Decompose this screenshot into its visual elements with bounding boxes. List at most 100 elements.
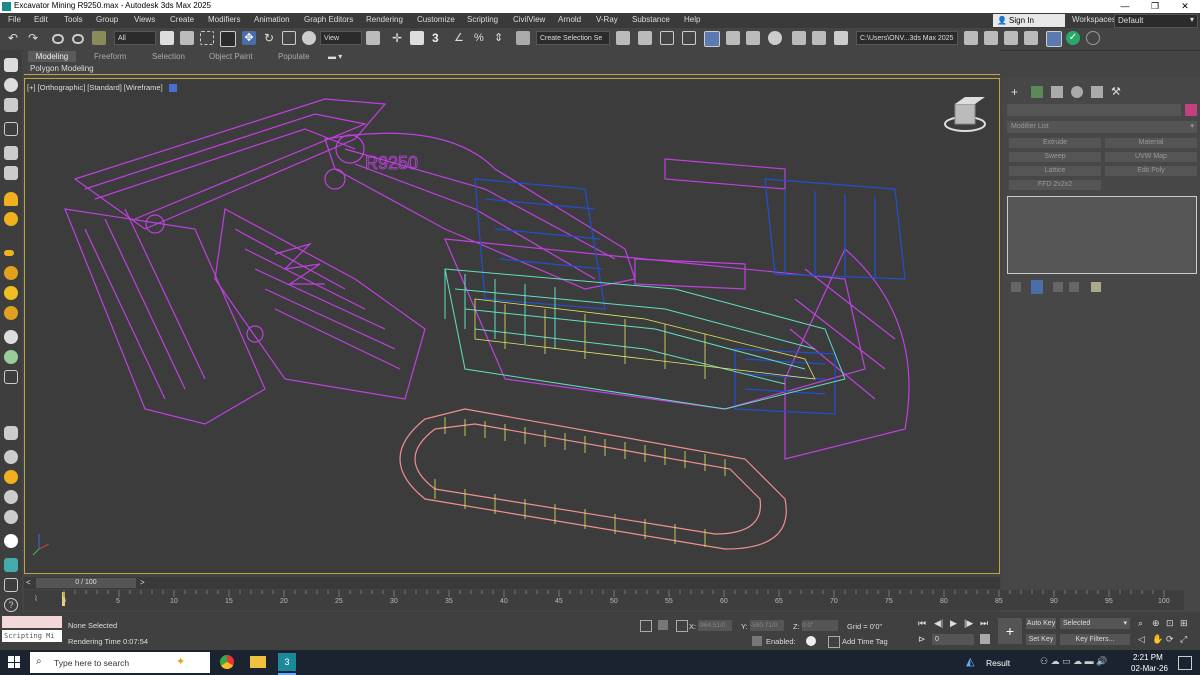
key-mode-icon[interactable]: ⊳: [918, 634, 926, 645]
z-coordinate-field[interactable]: 0.0": [802, 620, 838, 631]
taskbar-search-box[interactable]: ⌕ Type here to search ✦: [30, 652, 210, 673]
project-folder-icon[interactable]: [964, 31, 978, 45]
menu-civilview[interactable]: CivilView: [513, 15, 545, 24]
prev-key-icon[interactable]: ◀|: [934, 618, 943, 629]
3ds-max-taskbar-icon[interactable]: 3: [278, 653, 296, 671]
system-tray-icons[interactable]: ⚇ ☁ ▭ ☁ ▬ 🔊: [1040, 656, 1107, 667]
selection-filter-select[interactable]: All: [114, 31, 156, 45]
teapot-icon[interactable]: [4, 350, 18, 364]
zoom-extents-icon[interactable]: ⊡: [1166, 618, 1174, 629]
cloud-icon[interactable]: [4, 192, 18, 206]
menu-group[interactable]: Group: [96, 15, 118, 24]
sphere-orange-icon[interactable]: [4, 212, 18, 226]
bind-spacewarp-icon[interactable]: [92, 31, 106, 45]
next-frame-icon[interactable]: >: [140, 578, 145, 587]
menu-rendering[interactable]: Rendering: [366, 15, 403, 24]
make-unique-icon[interactable]: [1053, 282, 1063, 292]
orbit-icon[interactable]: ⟳: [1166, 634, 1174, 645]
named-selection-set-select[interactable]: Create Selection Se: [536, 31, 610, 45]
lamp-icon[interactable]: [4, 250, 14, 256]
menu-views[interactable]: Views: [134, 15, 155, 24]
notification-icon[interactable]: [1178, 656, 1192, 670]
pivot-center-icon[interactable]: [366, 31, 380, 45]
ribbon-tab-modeling[interactable]: Modeling: [28, 51, 76, 62]
key-set-select[interactable]: Selected ▾: [1060, 618, 1130, 629]
maxscript-mini-listener[interactable]: Scripting Mi: [2, 630, 62, 642]
zoom-extents-all-icon[interactable]: ⊞: [1180, 618, 1188, 629]
keyboard-shortcut-icon[interactable]: [410, 31, 424, 45]
list-icon[interactable]: [4, 578, 18, 592]
lights-icon[interactable]: [4, 78, 18, 92]
menu-substance[interactable]: Substance: [632, 15, 670, 24]
help-icon[interactable]: ?: [4, 598, 18, 612]
set-key-button[interactable]: Set Key: [1026, 634, 1056, 645]
geosphere-icon[interactable]: [4, 330, 18, 344]
angle-snap-icon[interactable]: ∠: [454, 31, 468, 45]
object-color-swatch[interactable]: [1185, 104, 1197, 116]
hierarchy-tab-icon[interactable]: [1051, 86, 1063, 98]
sun-icon[interactable]: [4, 286, 18, 300]
track-bar[interactable]: ⌇ 0 5 10 15 20 25 30 35 40 45 50 55 60 6…: [24, 590, 1184, 610]
link-icon[interactable]: [52, 34, 64, 44]
scale-icon[interactable]: [282, 31, 296, 45]
rendered-frame-window-icon[interactable]: [812, 31, 826, 45]
motion-tab-icon[interactable]: [1071, 86, 1083, 98]
windows-start-icon[interactable]: [8, 656, 20, 668]
absolute-mode-icon[interactable]: [676, 620, 688, 632]
extrude-button[interactable]: Extrude: [1009, 138, 1101, 148]
x-coordinate-field[interactable]: -964.51/0: [698, 620, 732, 631]
percent-snap-icon[interactable]: %: [474, 31, 488, 45]
chrome-icon[interactable]: [220, 655, 234, 669]
ribbon-options-icon[interactable]: ▬ ▾: [328, 52, 342, 61]
maximize-button[interactable]: ❐: [1140, 0, 1170, 13]
placement-icon[interactable]: [302, 31, 316, 45]
time-tag-toggle[interactable]: [806, 636, 816, 646]
current-frame-spinner[interactable]: 0: [932, 634, 974, 645]
set-key-big-button[interactable]: +: [998, 618, 1022, 644]
mat-preview-icon[interactable]: [4, 510, 18, 524]
curve-editor-icon[interactable]: [726, 31, 740, 45]
show-end-result-icon[interactable]: [1031, 280, 1043, 294]
menu-file[interactable]: File: [8, 15, 21, 24]
menu-arnold[interactable]: Arnold: [558, 15, 581, 24]
minimize-button[interactable]: —: [1110, 0, 1140, 13]
maximize-viewport-icon[interactable]: ⤢: [1180, 634, 1187, 645]
layers-icon[interactable]: [4, 122, 18, 136]
isolate-icon[interactable]: [658, 620, 668, 630]
spot-light-icon[interactable]: [4, 266, 18, 280]
menu-help[interactable]: Help: [684, 15, 700, 24]
ribbon-tab-object-paint[interactable]: Object Paint: [209, 52, 253, 61]
utilities-tab-icon[interactable]: ⚒: [1111, 86, 1123, 98]
render-production-icon[interactable]: [834, 31, 848, 45]
menu-edit[interactable]: Edit: [34, 15, 48, 24]
zoom-all-icon[interactable]: ⊕: [1152, 618, 1160, 629]
file-explorer-icon[interactable]: [250, 656, 266, 668]
next-key-icon[interactable]: |▶: [964, 618, 973, 629]
modifier-list-select[interactable]: Modifier List ▾: [1007, 121, 1197, 133]
pan-icon[interactable]: ✋: [1152, 634, 1163, 645]
viewport-orthographic[interactable]: [+] [Orthographic] [Standard] [Wireframe…: [24, 78, 1000, 574]
display-tab-icon[interactable]: [1091, 86, 1103, 98]
fov-icon[interactable]: ◁: [1138, 634, 1145, 645]
camera-icon[interactable]: [4, 98, 18, 112]
environment-icon[interactable]: [4, 470, 18, 484]
rotate-icon[interactable]: ↻: [262, 31, 276, 45]
pyramid-icon[interactable]: [4, 370, 18, 384]
menu-modifiers[interactable]: Modifiers: [208, 15, 240, 24]
add-time-tag-label[interactable]: Add Time Tag: [842, 637, 888, 646]
menu-tools[interactable]: Tools: [64, 15, 83, 24]
menu-scripting[interactable]: Scripting: [467, 15, 498, 24]
material-button[interactable]: Material: [1105, 138, 1197, 148]
workspace-select[interactable]: Default ▾: [1114, 14, 1198, 28]
y-coordinate-field[interactable]: -580.71/0: [750, 620, 784, 631]
project-path-select[interactable]: C:\Users\ONV...3ds Max 2025: [856, 31, 958, 45]
stock-icon[interactable]: ◭: [966, 655, 980, 669]
ribbon-tab-selection[interactable]: Selection: [152, 52, 185, 61]
play-icon[interactable]: ▶: [950, 618, 957, 629]
configure-sets-icon[interactable]: [1091, 282, 1101, 292]
import-icon[interactable]: [1024, 31, 1038, 45]
auto-key-button[interactable]: Auto Key: [1026, 618, 1056, 629]
toggle-ribbon-icon[interactable]: [704, 31, 720, 47]
scene-converter-icon[interactable]: [4, 558, 18, 572]
shader-ball-icon[interactable]: [4, 490, 18, 504]
